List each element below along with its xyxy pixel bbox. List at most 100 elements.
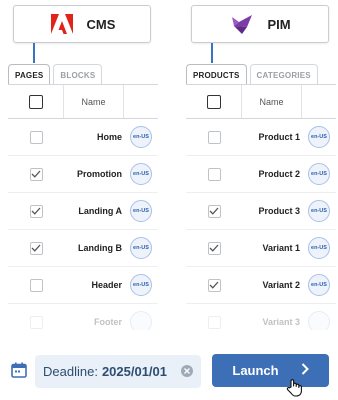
deadline-value: 2025/01/01 — [101, 364, 168, 379]
akeneo-logo-icon — [229, 13, 255, 35]
locale-badge[interactable] — [130, 311, 152, 330]
table-row[interactable]: Landing A en-US — [8, 193, 158, 230]
table-header: Name — [186, 84, 336, 119]
launch-label: Launch — [232, 363, 279, 378]
deadline-label: Deadline: — [43, 364, 98, 379]
locale-badge[interactable]: en-US — [130, 274, 152, 296]
cms-card[interactable]: CMS — [13, 5, 151, 43]
chevron-right-icon — [301, 363, 309, 378]
locale-badge[interactable]: en-US — [130, 126, 152, 148]
table-row[interactable]: Header en-US — [8, 267, 158, 304]
row-locale-cell: en-US — [128, 274, 158, 296]
tab-blocks[interactable]: BLOCKS — [53, 64, 103, 86]
row-checkbox-cell — [8, 130, 64, 144]
column-header-name: Name — [242, 85, 302, 118]
column-header-locale — [124, 85, 158, 118]
row-name: Variant 2 — [262, 280, 300, 290]
row-locale-cell: en-US — [306, 274, 336, 296]
pim-tabs: PRODUCTS CATEGORIES — [186, 64, 318, 86]
calendar-icon[interactable] — [11, 362, 27, 378]
row-name: Header — [91, 280, 122, 290]
cms-connector — [33, 43, 35, 63]
locale-badge[interactable]: en-US — [308, 237, 330, 259]
row-checkbox[interactable] — [29, 167, 43, 181]
locale-badge[interactable]: en-US — [308, 163, 330, 185]
table-row[interactable]: Landing B en-US — [8, 230, 158, 267]
row-locale-cell — [128, 311, 158, 330]
table-row[interactable]: Variant 2 en-US — [186, 267, 336, 304]
select-all-checkbox[interactable] — [28, 94, 43, 109]
tab-categories[interactable]: CATEGORIES — [249, 64, 318, 86]
row-locale-cell — [306, 311, 336, 330]
row-checkbox[interactable] — [29, 278, 43, 292]
table-row[interactable]: Product 3 en-US — [186, 193, 336, 230]
table-row[interactable]: Variant 3 — [186, 304, 336, 330]
row-name: Product 1 — [258, 132, 300, 142]
table-header: Name — [8, 84, 158, 119]
row-checkbox[interactable] — [29, 204, 43, 218]
row-locale-cell: en-US — [306, 126, 336, 148]
cms-table: Name Home en-US Promotion en-US Landing A en-U… — [8, 84, 158, 330]
table-row[interactable]: Product 2 en-US — [186, 156, 336, 193]
row-name: Home — [96, 132, 122, 142]
locale-badge[interactable]: en-US — [130, 237, 152, 259]
pim-card[interactable]: PIM — [191, 5, 329, 43]
locale-badge[interactable]: en-US — [308, 274, 330, 296]
cms-panel: CMS PAGES BLOCKS Name Home en-US Promotion e… — [8, 0, 158, 330]
deadline-chip[interactable]: Deadline: 2025/01/01 — [35, 355, 201, 388]
tab-pages[interactable]: PAGES — [8, 64, 51, 86]
cms-title: CMS — [86, 16, 116, 32]
table-row[interactable]: Home en-US — [8, 119, 158, 156]
row-checkbox-cell — [8, 278, 64, 292]
locale-badge[interactable]: en-US — [130, 200, 152, 222]
pim-connector — [211, 43, 213, 63]
row-checkbox-cell — [186, 130, 242, 144]
header-checkbox-cell — [8, 85, 64, 118]
row-checkbox[interactable] — [207, 130, 221, 144]
locale-badge[interactable]: en-US — [308, 126, 330, 148]
row-checkbox-cell — [8, 315, 64, 329]
locale-badge[interactable]: en-US — [308, 200, 330, 222]
row-locale-cell: en-US — [128, 200, 158, 222]
launch-button[interactable]: Launch — [212, 354, 329, 387]
row-name: Product 3 — [258, 206, 300, 216]
row-locale-cell: en-US — [128, 163, 158, 185]
hand-cursor-icon — [285, 378, 305, 398]
table-row[interactable]: Promotion en-US — [8, 156, 158, 193]
table-row[interactable]: Variant 1 en-US — [186, 230, 336, 267]
cms-tabs: PAGES BLOCKS — [8, 64, 103, 86]
select-all-checkbox[interactable] — [206, 94, 221, 109]
row-checkbox-cell — [8, 204, 64, 218]
row-checkbox[interactable] — [207, 204, 221, 218]
adobe-logo-icon — [49, 13, 75, 35]
row-name: Promotion — [77, 169, 122, 179]
pim-table: Name Product 1 en-US Product 2 en-US Product … — [186, 84, 336, 330]
row-name: Variant 3 — [262, 317, 300, 327]
table-row[interactable]: Footer — [8, 304, 158, 330]
clear-icon[interactable] — [181, 365, 193, 377]
row-checkbox[interactable] — [207, 278, 221, 292]
row-checkbox[interactable] — [29, 130, 43, 144]
tab-products[interactable]: PRODUCTS — [186, 64, 247, 86]
row-checkbox[interactable] — [29, 315, 43, 329]
row-checkbox-cell — [186, 241, 242, 255]
row-checkbox[interactable] — [207, 167, 221, 181]
row-checkbox-cell — [8, 241, 64, 255]
row-checkbox-cell — [8, 167, 64, 181]
column-header-locale — [302, 85, 336, 118]
pim-title: PIM — [267, 16, 291, 32]
row-locale-cell: en-US — [128, 237, 158, 259]
row-locale-cell: en-US — [306, 237, 336, 259]
row-locale-cell: en-US — [128, 126, 158, 148]
row-name: Product 2 — [258, 169, 300, 179]
locale-badge[interactable] — [308, 311, 330, 330]
row-checkbox[interactable] — [207, 241, 221, 255]
locale-badge[interactable]: en-US — [130, 163, 152, 185]
table-row[interactable]: Product 1 en-US — [186, 119, 336, 156]
row-locale-cell: en-US — [306, 200, 336, 222]
row-checkbox[interactable] — [207, 315, 221, 329]
row-checkbox[interactable] — [29, 241, 43, 255]
row-name: Landing A — [78, 206, 122, 216]
header-checkbox-cell — [186, 85, 242, 118]
row-locale-cell: en-US — [306, 163, 336, 185]
